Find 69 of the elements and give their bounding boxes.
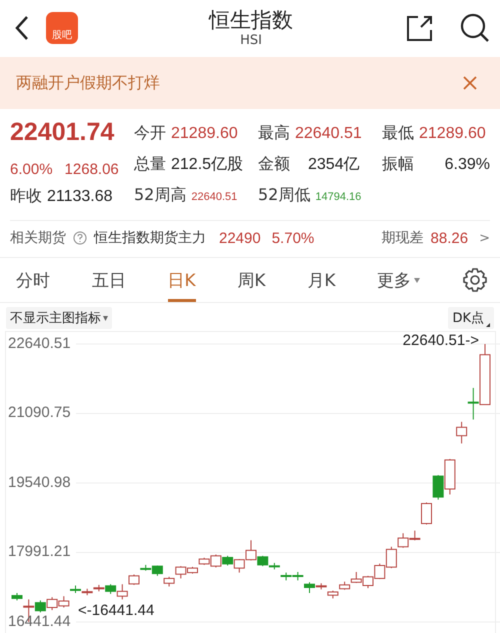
candlestick (350, 571, 362, 584)
chart-tab[interactable]: 分时 (16, 258, 50, 302)
candlestick (222, 555, 234, 566)
stat-value: 22640.51 (295, 124, 362, 144)
stat-value: 6.39% (444, 155, 490, 175)
caret-icon (414, 278, 420, 282)
candlestick (444, 458, 456, 495)
stat-value: 22640.51 (191, 190, 238, 205)
page-subtitle: HSI (239, 33, 263, 48)
more-tab[interactable]: 更多 (377, 258, 420, 302)
chart-tab[interactable]: 周K (237, 258, 266, 302)
dk-toggle[interactable]: DK点 (448, 307, 494, 329)
candlestick (421, 502, 432, 526)
stat-value: 21289.60 (171, 124, 238, 144)
candlestick (327, 590, 338, 599)
basis-label: 期现差 (382, 229, 424, 247)
stat-label: 总量 (134, 153, 166, 175)
low-marker: <-16441.44 (78, 602, 154, 619)
candlestick (362, 575, 374, 589)
stat-label: 昨收 (10, 185, 42, 207)
candlestick (46, 596, 58, 611)
search-icon[interactable] (460, 12, 490, 42)
axis-label: 21090.75 (8, 404, 71, 422)
stat-label: 52周低 (258, 184, 310, 206)
axis-label: 16441.44 (8, 613, 71, 631)
futures-label: 相关期货 (10, 229, 66, 247)
stat-value: 212.5亿股 (171, 155, 244, 175)
corner-icon (486, 323, 490, 327)
stat-value: 2354亿 (308, 155, 360, 175)
stat-label: 金额 (258, 153, 290, 175)
chart-tab[interactable]: 五日 (92, 258, 126, 302)
stat-label: 今开 (134, 122, 166, 144)
axis-label: 19540.98 (8, 474, 71, 492)
candlestick (70, 585, 81, 594)
stat-value: 21289.60 (419, 124, 486, 144)
stat-value: 14794.16 (315, 190, 362, 205)
indicator-dropdown[interactable]: 不显示主图指标 (6, 307, 112, 329)
futures-change: 5.70% (272, 230, 314, 246)
stat-label: 最高 (258, 122, 290, 144)
candlestick (280, 572, 292, 581)
help-icon[interactable] (73, 231, 87, 245)
chart-tab[interactable]: 日K (168, 258, 196, 302)
share-icon[interactable] (406, 14, 434, 42)
candlestick (292, 571, 304, 581)
caret-icon (103, 316, 108, 320)
change-percent: 6.00% (10, 161, 53, 178)
candlestick (339, 581, 350, 590)
stat-label: 52周高 (134, 184, 186, 206)
axis-label: 17991.21 (8, 543, 71, 562)
change-amount: 1268.06 (64, 161, 119, 178)
basis-value: 88.26 (430, 230, 468, 246)
stat-label: 振幅 (382, 153, 414, 175)
high-marker: 22640.51-> (402, 332, 479, 349)
banner-text: 两融开户假期不打烊 (16, 72, 160, 94)
axis-label: 22640.51 (8, 335, 71, 353)
chart-tab[interactable]: 月K (307, 258, 336, 302)
candlestick (164, 576, 175, 587)
stat-value: 21133.68 (47, 187, 113, 207)
last-price: 22401.74 (10, 117, 116, 147)
futures-name[interactable]: 恒生指数期货主力 (94, 229, 206, 247)
stat-label: 最低 (382, 122, 414, 144)
futures-price: 22490 (219, 230, 261, 246)
candlestick (374, 563, 386, 580)
page-title: 恒生指数 (209, 7, 293, 33)
candlestick (58, 596, 70, 608)
settings-icon[interactable] (462, 267, 488, 293)
chevron-icon[interactable]: > (479, 230, 490, 246)
close-icon[interactable] (462, 75, 478, 91)
candlestick (432, 474, 444, 500)
